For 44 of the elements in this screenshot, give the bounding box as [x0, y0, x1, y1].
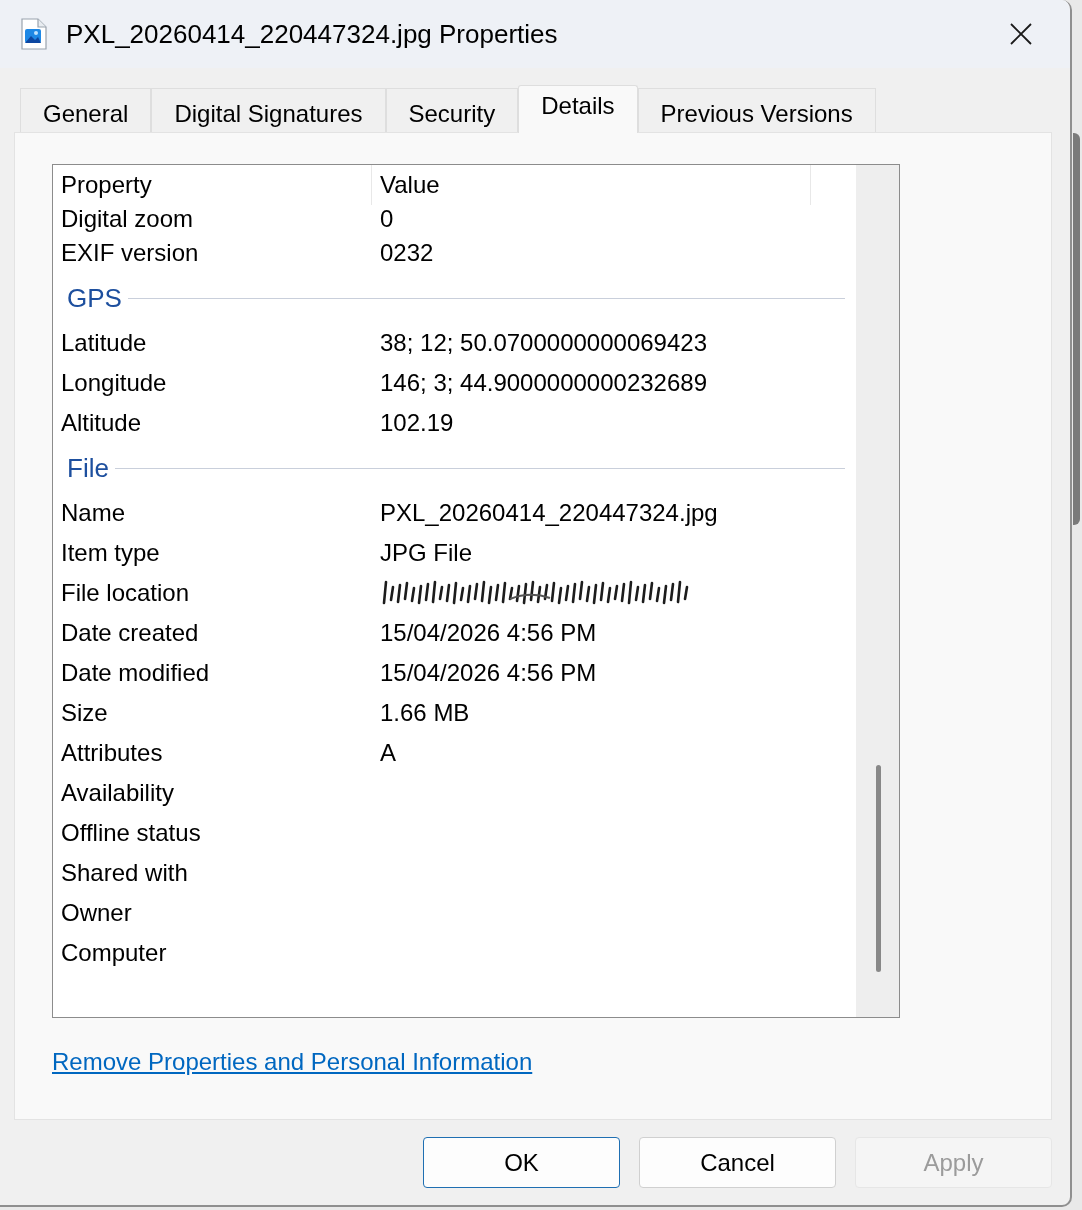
- dialog-button[interactable]: Cancel: [639, 1137, 836, 1188]
- property-value: JPG File: [380, 541, 472, 565]
- remove-properties-link[interactable]: Remove Properties and Personal Information: [52, 1050, 533, 1074]
- section-heading: File: [67, 455, 109, 481]
- scrollbar-thumb[interactable]: [875, 765, 881, 972]
- property-name: Computer: [60, 941, 168, 965]
- section-heading: GPS: [67, 285, 122, 311]
- property-value: 1.66 MB: [380, 701, 470, 725]
- column-header[interactable]: Value: [372, 173, 448, 197]
- property-value: 102.19: [380, 411, 454, 435]
- property-name: EXIF version: [60, 241, 200, 265]
- property-name: Latitude: [60, 331, 148, 355]
- property-name: Offline status: [60, 821, 202, 845]
- property-name: Size: [60, 701, 109, 725]
- dialog-button[interactable]: OK: [423, 1137, 620, 1188]
- property-name: Shared with: [60, 861, 189, 885]
- tab[interactable]: Details: [518, 85, 638, 133]
- tab[interactable]: Previous Versions: [637, 88, 876, 132]
- property-value: 15/04/2026 4:56 PM: [380, 621, 597, 645]
- property-name: Name: [60, 501, 127, 525]
- tab[interactable]: Digital Signatures: [151, 88, 386, 132]
- property-name: Altitude: [60, 411, 143, 435]
- property-name: Date modified: [60, 661, 211, 685]
- property-name: Owner: [60, 901, 133, 925]
- close-icon: [1010, 23, 1032, 45]
- property-name: Digital zoom: [60, 207, 195, 231]
- tab[interactable]: Security: [385, 88, 519, 132]
- property-name: Attributes: [60, 741, 164, 765]
- property-value: 0: [380, 207, 394, 231]
- property-value: 38; 12; 50.0700000000069423: [380, 331, 707, 355]
- property-value: 15/04/2026 4:56 PM: [380, 661, 597, 685]
- property-name: Item type: [60, 541, 161, 565]
- property-value: A: [380, 741, 396, 765]
- property-name: Date created: [60, 621, 200, 645]
- image-file-icon: [21, 18, 47, 50]
- property-value: 146; 3; 44.9000000000232689: [380, 371, 707, 395]
- property-name: Longitude: [60, 371, 168, 395]
- property-name: Availability: [60, 781, 175, 805]
- tab[interactable]: General: [20, 88, 152, 132]
- property-name: File location: [60, 581, 191, 605]
- window-title: PXL_20260414_220447324.jpg Properties: [66, 17, 558, 51]
- property-value: 0232: [380, 241, 434, 265]
- column-header[interactable]: Property: [53, 173, 160, 197]
- property-value: PXL_20260414_220447324.jpg: [380, 501, 718, 525]
